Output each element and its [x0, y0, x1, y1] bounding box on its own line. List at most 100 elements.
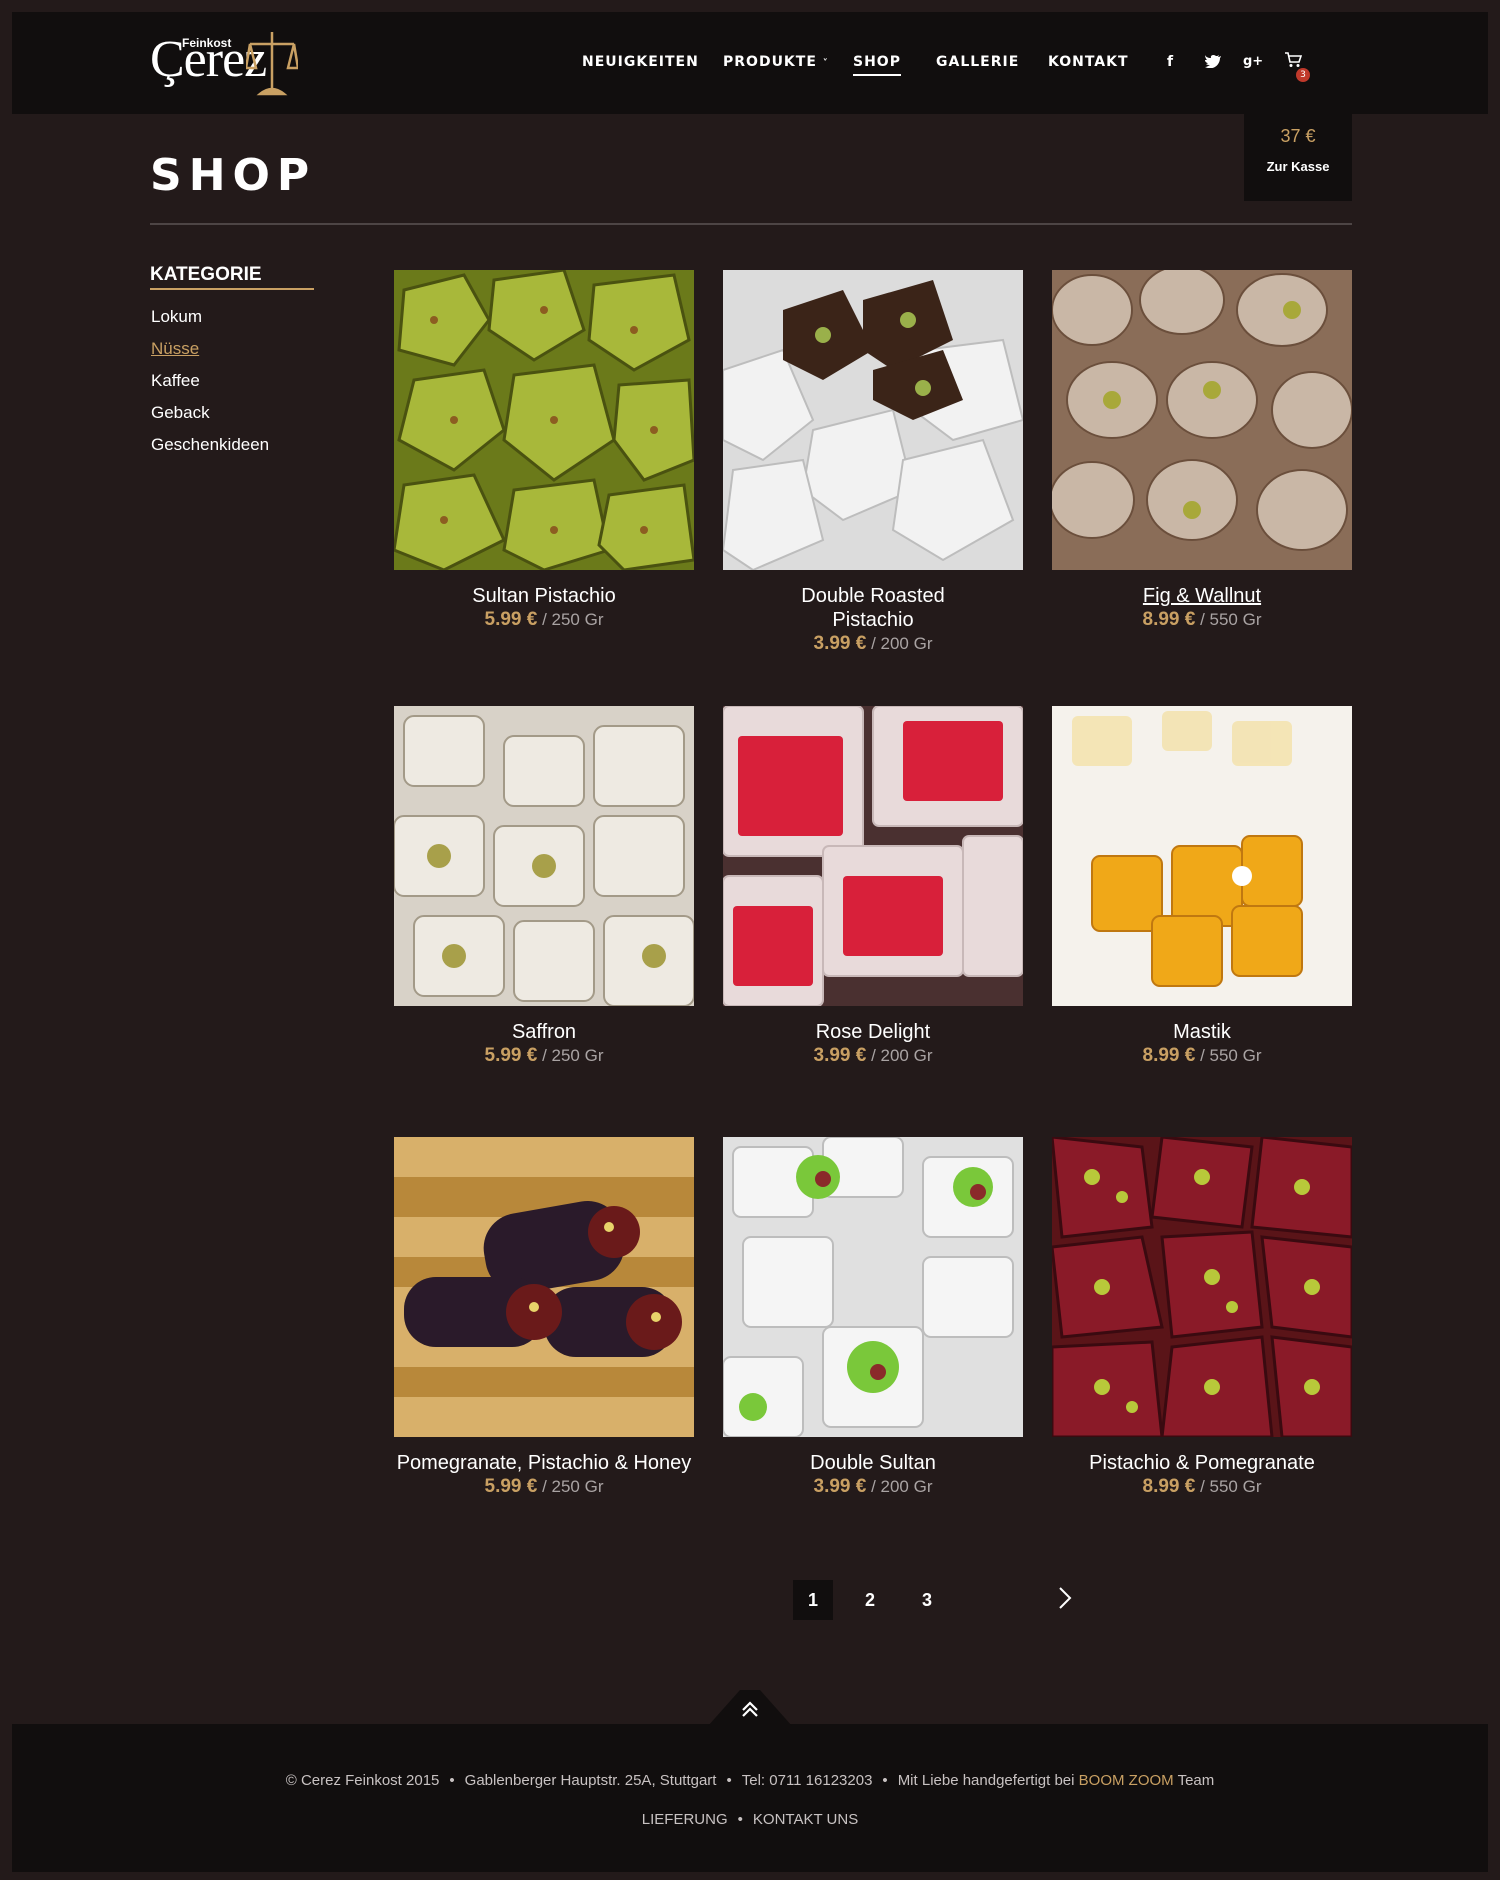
- product-unit: / 250 Gr: [542, 610, 604, 629]
- product-card[interactable]: Fig & Wallnut 8.99 € / 550 Gr: [1052, 270, 1352, 632]
- cart-total: 37 €: [1280, 126, 1316, 146]
- product-image[interactable]: [394, 270, 694, 570]
- cart-count-badge: 3: [1296, 68, 1310, 82]
- product-unit: / 550 Gr: [1200, 1477, 1262, 1496]
- product-price-line: 5.99 € / 250 Gr: [394, 608, 694, 632]
- product-card[interactable]: Double Roasted Pistachio 3.99 € / 200 Gr: [723, 270, 1023, 656]
- google-plus-icon[interactable]: g+: [1243, 54, 1263, 69]
- product-card[interactable]: Pistachio & Pomegranate 8.99 € / 550 Gr: [1052, 1137, 1352, 1499]
- product-image[interactable]: [723, 1137, 1023, 1437]
- product-price-line: 3.99 € / 200 Gr: [723, 632, 1023, 656]
- chevron-down-icon: ˅: [822, 58, 829, 69]
- facebook-icon[interactable]: f: [1167, 54, 1173, 70]
- product-card[interactable]: Pomegranate, Pistachio & Honey 5.99 € / …: [394, 1137, 694, 1499]
- product-unit: / 250 Gr: [542, 1477, 604, 1496]
- product-price: 5.99 €: [484, 1045, 538, 1066]
- product-unit: / 250 Gr: [542, 1046, 604, 1065]
- footer-separator: •: [882, 1772, 888, 1789]
- pagination-next-icon[interactable]: [1058, 1586, 1072, 1614]
- category-item-geback[interactable]: Geback: [151, 403, 210, 423]
- pagination-page-3[interactable]: 3: [907, 1580, 947, 1620]
- title-divider: [150, 223, 1352, 225]
- product-price: 3.99 €: [813, 633, 867, 654]
- checkout-button[interactable]: Zur Kasse: [1244, 159, 1352, 174]
- footer-separator: •: [449, 1772, 455, 1789]
- nav-produkte-label: PRODUKTE: [723, 54, 817, 70]
- scales-icon: [246, 32, 298, 96]
- product-card[interactable]: Double Sultan 3.99 € / 200 Gr: [723, 1137, 1023, 1499]
- product-unit: / 200 Gr: [871, 1477, 933, 1496]
- page-title: SHOP: [150, 150, 317, 201]
- category-item-kaffee[interactable]: Kaffee: [151, 371, 200, 391]
- product-name[interactable]: Double Roasted Pistachio: [723, 584, 1023, 632]
- product-name[interactable]: Pomegranate, Pistachio & Honey: [394, 1451, 694, 1475]
- footer-info-line: © Cerez Feinkost 2015 • Gablenberger Haupt…: [0, 1772, 1500, 1789]
- footer-credit-prefix: Mit Liebe handgefertigt bei: [897, 1772, 1075, 1789]
- product-price-line: 5.99 € / 250 Gr: [394, 1044, 694, 1068]
- nav-gallerie[interactable]: GALLERIE: [936, 54, 1019, 70]
- footer-copyright: © Cerez Feinkost 2015: [285, 1772, 440, 1789]
- site-footer: [12, 1724, 1488, 1872]
- category-heading: KATEGORIE: [150, 264, 262, 285]
- product-name[interactable]: Double Sultan: [723, 1451, 1023, 1475]
- footer-phone: Tel: 0711 16123203: [741, 1772, 873, 1789]
- footer-credit-suffix: Team: [1177, 1772, 1215, 1789]
- product-price: 8.99 €: [1142, 1045, 1196, 1066]
- footer-links: LIEFERUNG • KONTAKT UNS: [0, 1811, 1500, 1828]
- product-price: 3.99 €: [813, 1045, 867, 1066]
- footer-separator: •: [726, 1772, 732, 1789]
- category-item-lokum[interactable]: Lokum: [151, 307, 202, 327]
- product-unit: / 550 Gr: [1200, 610, 1262, 629]
- product-image[interactable]: [1052, 706, 1352, 1006]
- category-item-geschenkideen[interactable]: Geschenkideen: [151, 435, 269, 455]
- logo-subtitle: Feinkost: [182, 36, 232, 50]
- category-heading-underline: [150, 288, 314, 290]
- product-card[interactable]: Mastik 8.99 € / 550 Gr: [1052, 706, 1352, 1068]
- pagination-page-1[interactable]: 1: [793, 1580, 833, 1620]
- product-name[interactable]: Saffron: [394, 1020, 694, 1044]
- product-name[interactable]: Pistachio & Pomegranate: [1052, 1451, 1352, 1475]
- nav-kontakt[interactable]: KONTAKT: [1048, 54, 1129, 70]
- product-card[interactable]: Sultan Pistachio 5.99 € / 250 Gr: [394, 270, 694, 632]
- footer-address: Gablenberger Hauptstr. 25A, Stuttgart: [464, 1772, 717, 1789]
- product-price: 8.99 €: [1142, 1476, 1196, 1497]
- nav-produkte[interactable]: PRODUKTE ˅: [723, 54, 829, 70]
- product-price: 8.99 €: [1142, 609, 1196, 630]
- scroll-to-top-icon[interactable]: [708, 1690, 792, 1726]
- logo[interactable]: Çerez Feinkost: [150, 26, 300, 102]
- product-unit: / 200 Gr: [871, 634, 933, 653]
- product-price-line: 8.99 € / 550 Gr: [1052, 608, 1352, 632]
- product-image[interactable]: [394, 706, 694, 1006]
- product-image[interactable]: [1052, 1137, 1352, 1437]
- category-item-nusse[interactable]: Nüsse: [151, 339, 199, 359]
- product-card[interactable]: Saffron 5.99 € / 250 Gr: [394, 706, 694, 1068]
- footer-credit-link[interactable]: BOOM ZOOM: [1079, 1772, 1174, 1789]
- footer-link-lieferung[interactable]: LIEFERUNG: [642, 1811, 728, 1828]
- product-price-line: 3.99 € / 200 Gr: [723, 1044, 1023, 1068]
- product-unit: / 550 Gr: [1200, 1046, 1262, 1065]
- product-unit: / 200 Gr: [871, 1046, 933, 1065]
- product-name[interactable]: Rose Delight: [723, 1020, 1023, 1044]
- product-price-line: 8.99 € / 550 Gr: [1052, 1044, 1352, 1068]
- product-name[interactable]: Fig & Wallnut: [1052, 584, 1352, 608]
- product-price: 3.99 €: [813, 1476, 867, 1497]
- product-image[interactable]: [723, 706, 1023, 1006]
- product-image[interactable]: [394, 1137, 694, 1437]
- product-name[interactable]: Sultan Pistachio: [394, 584, 694, 608]
- product-image[interactable]: [723, 270, 1023, 570]
- product-price: 5.99 €: [484, 1476, 538, 1497]
- product-name[interactable]: Mastik: [1052, 1020, 1352, 1044]
- pagination-page-2[interactable]: 2: [850, 1580, 890, 1620]
- twitter-icon[interactable]: [1205, 54, 1221, 72]
- cart-dropdown: 37 € Zur Kasse: [1244, 114, 1352, 201]
- product-price-line: 3.99 € / 200 Gr: [723, 1475, 1023, 1499]
- product-image[interactable]: [1052, 270, 1352, 570]
- footer-separator: •: [737, 1811, 743, 1828]
- nav-shop[interactable]: SHOP: [853, 54, 901, 76]
- product-price-line: 5.99 € / 250 Gr: [394, 1475, 694, 1499]
- product-price-line: 8.99 € / 550 Gr: [1052, 1475, 1352, 1499]
- nav-neuigkeiten[interactable]: NEUIGKEITEN: [582, 54, 699, 70]
- footer-link-kontakt-uns[interactable]: KONTAKT UNS: [753, 1811, 858, 1828]
- product-card[interactable]: Rose Delight 3.99 € / 200 Gr: [723, 706, 1023, 1068]
- product-price: 5.99 €: [484, 609, 538, 630]
